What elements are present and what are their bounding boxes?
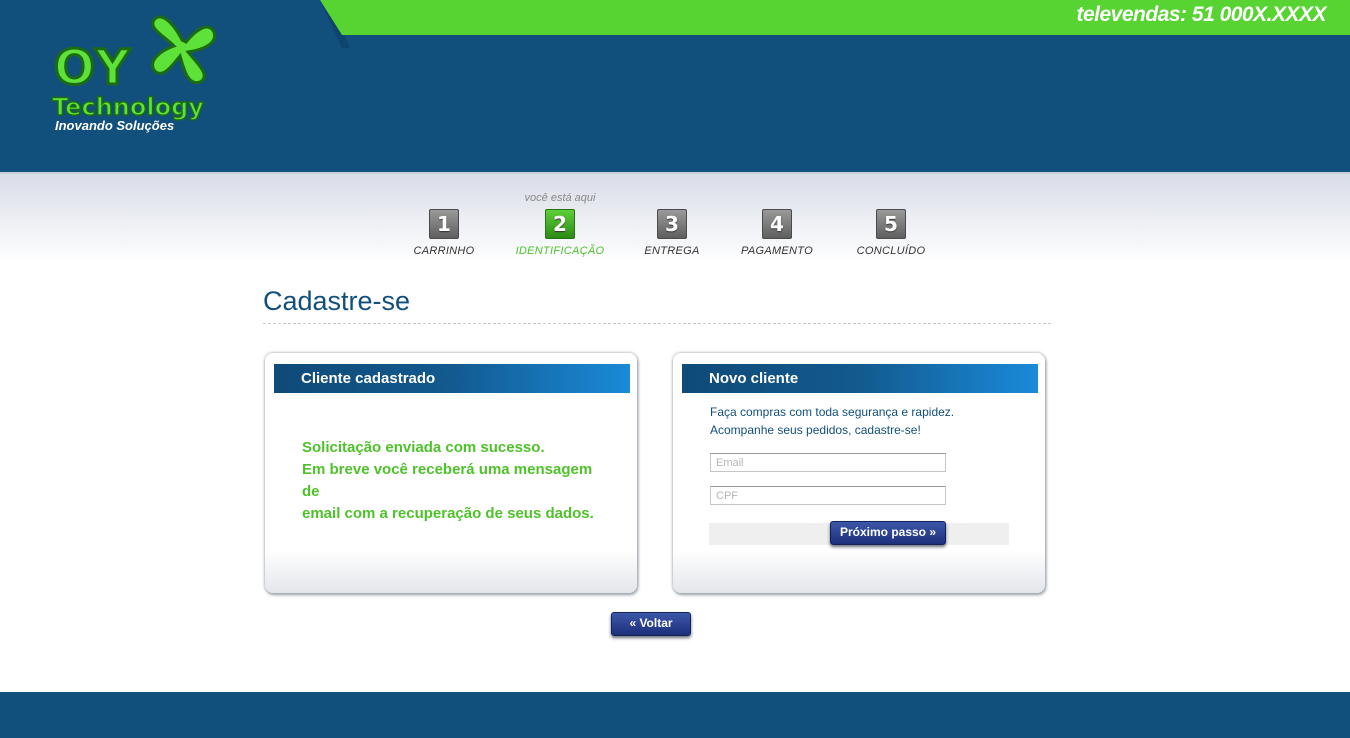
step-identificacao: 2 IDENTIFICAÇÃO [500, 209, 620, 257]
step-pagamento: 4 PAGAMENTO [717, 209, 837, 257]
brand-logo[interactable]: OY Technology Inovando Soluções [51, 10, 222, 140]
panel-heading: Cliente cadastrado [274, 364, 630, 393]
success-line: email com a recuperação de seus dados. [302, 505, 594, 522]
step-number: 1 [429, 209, 459, 239]
email-field[interactable] [710, 453, 946, 472]
step-number: 4 [762, 209, 792, 239]
step-number: 5 [876, 209, 906, 239]
site-footer [0, 692, 1350, 738]
current-step-indicator: você está aqui [524, 192, 596, 204]
step-label: PAGAMENTO [741, 245, 813, 257]
logo-brand-text: OY [53, 39, 132, 98]
new-client-panel: Novo cliente Faça compras com toda segur… [673, 353, 1045, 593]
step-entrega: 3 ENTREGA [612, 209, 732, 257]
title-divider [263, 323, 1051, 324]
success-line: Solicitação enviada com sucesso. [302, 439, 545, 456]
next-step-button[interactable]: Próximo passo » [830, 521, 946, 545]
step-label: CONCLUÍDO [856, 245, 926, 257]
panel-heading: Novo cliente [682, 364, 1038, 393]
panel-heading-text: Novo cliente [709, 370, 799, 387]
step-label: CARRINHO [413, 245, 475, 257]
back-button[interactable]: « Voltar [611, 612, 691, 636]
step-label: ENTREGA [644, 245, 700, 257]
step-number: 2 [545, 209, 575, 239]
new-client-intro: Faça compras com toda segurança e rapide… [710, 403, 954, 439]
panel-heading-text: Cliente cadastrado [301, 370, 436, 387]
step-label: IDENTIFICAÇÃO [515, 245, 605, 257]
televendas-phone: televendas: 51 000X.XXXX [1076, 3, 1327, 26]
page-title: Cadastre-se [263, 286, 411, 316]
step-concluido: 5 CONCLUÍDO [831, 209, 951, 257]
registered-client-panel: Cliente cadastrado Solicitação enviada c… [265, 353, 637, 593]
step-carrinho: 1 CARRINHO [384, 209, 504, 257]
cpf-field[interactable] [710, 486, 946, 505]
logo-tagline: Inovando Soluções [55, 118, 175, 133]
intro-line: Acompanhe seus pedidos, cadastre-se! [710, 423, 921, 437]
step-number: 3 [657, 209, 687, 239]
success-message: Solicitação enviada com sucesso. Em brev… [302, 437, 612, 525]
success-line: Em breve você receberá uma mensagem de [302, 461, 593, 500]
logo-technology-text: Technology [51, 92, 204, 122]
splash-star-icon [151, 15, 217, 85]
intro-line: Faça compras com toda segurança e rapide… [710, 405, 955, 419]
